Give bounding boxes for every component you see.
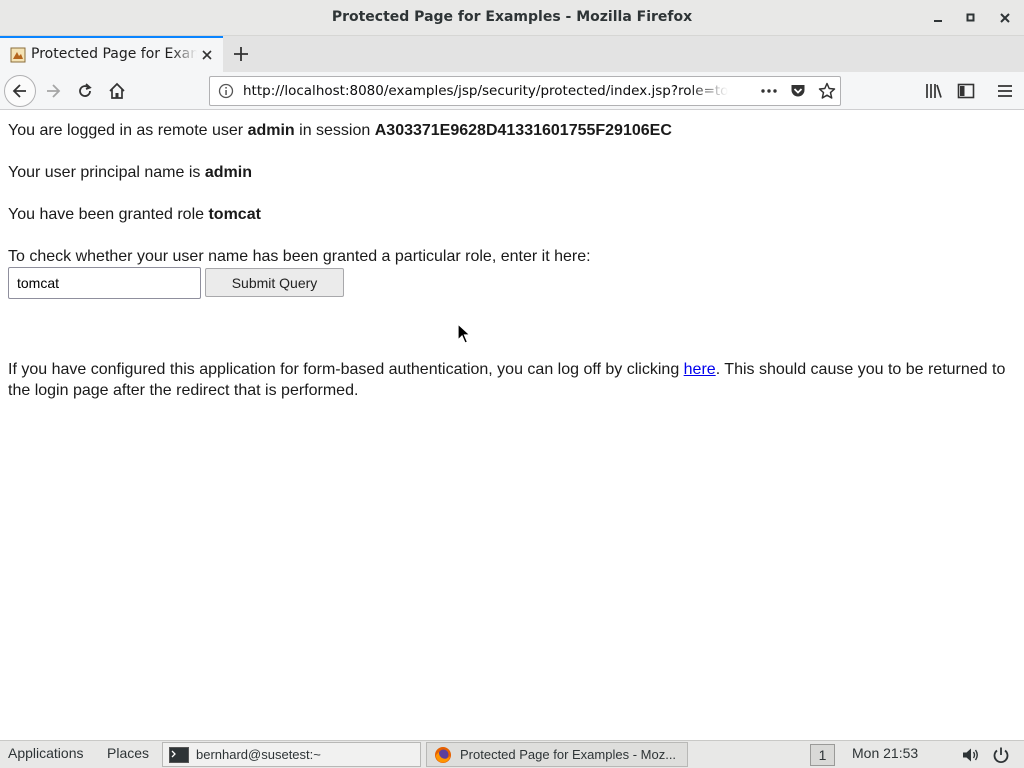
home-button[interactable]	[105, 79, 129, 103]
principal-value: admin	[204, 164, 252, 181]
role-value: tomcat	[208, 206, 261, 223]
minimize-icon	[934, 20, 942, 22]
role-prefix: You have been granted role	[8, 206, 209, 223]
remote-user-line: You are logged in as remote user admin i…	[8, 120, 672, 141]
navigation-bar: http://localhost:8080/examples/jsp/secur…	[0, 72, 1024, 110]
taskbar-item-label: bernhard@susetest:~	[196, 747, 321, 762]
bookmark-star-icon[interactable]	[818, 82, 836, 100]
mouse-cursor-icon	[457, 323, 471, 344]
remote-user-prefix: You are logged in as remote user	[8, 122, 248, 139]
sidebar-toggle-button[interactable]	[954, 79, 978, 103]
logoff-link[interactable]: here	[684, 361, 716, 378]
new-tab-icon[interactable]	[230, 43, 252, 65]
taskbar-item-label: Protected Page for Examples - Moz...	[460, 747, 677, 762]
taskbar-item-firefox[interactable]: Protected Page for Examples - Moz...	[426, 742, 688, 767]
submit-query-button[interactable]: Submit Query	[205, 268, 344, 297]
power-icon[interactable]	[992, 746, 1010, 764]
taskbar-item-terminal[interactable]: bernhard@susetest:~	[162, 742, 421, 767]
tab-label: Protected Page for Examples	[31, 46, 197, 62]
hamburger-menu-icon	[998, 85, 1012, 97]
maximize-button[interactable]	[960, 7, 982, 29]
check-role-prompt: To check whether your user name has been…	[8, 248, 591, 265]
forward-button[interactable]	[41, 79, 65, 103]
window-titlebar: Protected Page for Examples - Mozilla Fi…	[0, 0, 1024, 36]
session-id-value: A303371E9628D41331601755F29106EC	[374, 122, 672, 139]
terminal-icon	[169, 746, 189, 763]
back-button[interactable]	[4, 75, 36, 107]
remote-user-value: admin	[247, 122, 295, 139]
home-icon	[109, 82, 125, 99]
close-icon	[1000, 13, 1010, 23]
close-tab-icon[interactable]	[199, 47, 215, 63]
url-bar[interactable]: http://localhost:8080/examples/jsp/secur…	[209, 76, 841, 106]
taskbar: Applications Places bernhard@susetest:~ …	[0, 740, 1024, 768]
applications-menu[interactable]: Applications	[8, 745, 84, 761]
volume-icon[interactable]	[962, 747, 980, 763]
page-content: You are logged in as remote user admin i…	[0, 111, 1024, 740]
library-icon	[926, 84, 942, 98]
role-input[interactable]	[8, 267, 201, 299]
tab-strip: Protected Page for Examples	[0, 36, 1024, 72]
principal-line: Your user principal name is admin	[8, 162, 252, 183]
url-text[interactable]: http://localhost:8080/examples/jsp/secur…	[243, 83, 728, 99]
principal-prefix: Your user principal name is	[8, 164, 205, 181]
session-prefix: in session	[294, 122, 375, 139]
clock[interactable]: Mon 21:53	[852, 745, 918, 761]
minimize-button[interactable]	[927, 7, 949, 29]
logoff-paragraph: If you have configured this application …	[8, 359, 1014, 401]
logoff-prefix: If you have configured this application …	[8, 361, 684, 378]
favicon-icon	[10, 47, 26, 63]
firefox-icon	[433, 746, 453, 763]
library-button[interactable]	[922, 79, 946, 103]
maximize-icon	[966, 13, 975, 22]
tab-protected-page[interactable]: Protected Page for Examples	[0, 36, 223, 72]
menu-button[interactable]	[993, 79, 1017, 103]
forward-arrow-icon	[47, 84, 61, 98]
role-line: You have been granted role tomcat	[8, 204, 261, 225]
sidebar-icon	[957, 83, 975, 99]
reload-button[interactable]	[73, 79, 97, 103]
reload-icon	[79, 83, 92, 97]
pocket-icon[interactable]	[790, 83, 806, 99]
info-icon[interactable]	[218, 83, 234, 99]
close-window-button[interactable]	[994, 7, 1016, 29]
page-actions-icon[interactable]	[760, 83, 778, 99]
back-arrow-icon	[12, 84, 26, 98]
places-menu[interactable]: Places	[107, 745, 149, 761]
workspace-indicator[interactable]: 1	[810, 744, 835, 766]
window-title: Protected Page for Examples - Mozilla Fi…	[331, 9, 693, 25]
